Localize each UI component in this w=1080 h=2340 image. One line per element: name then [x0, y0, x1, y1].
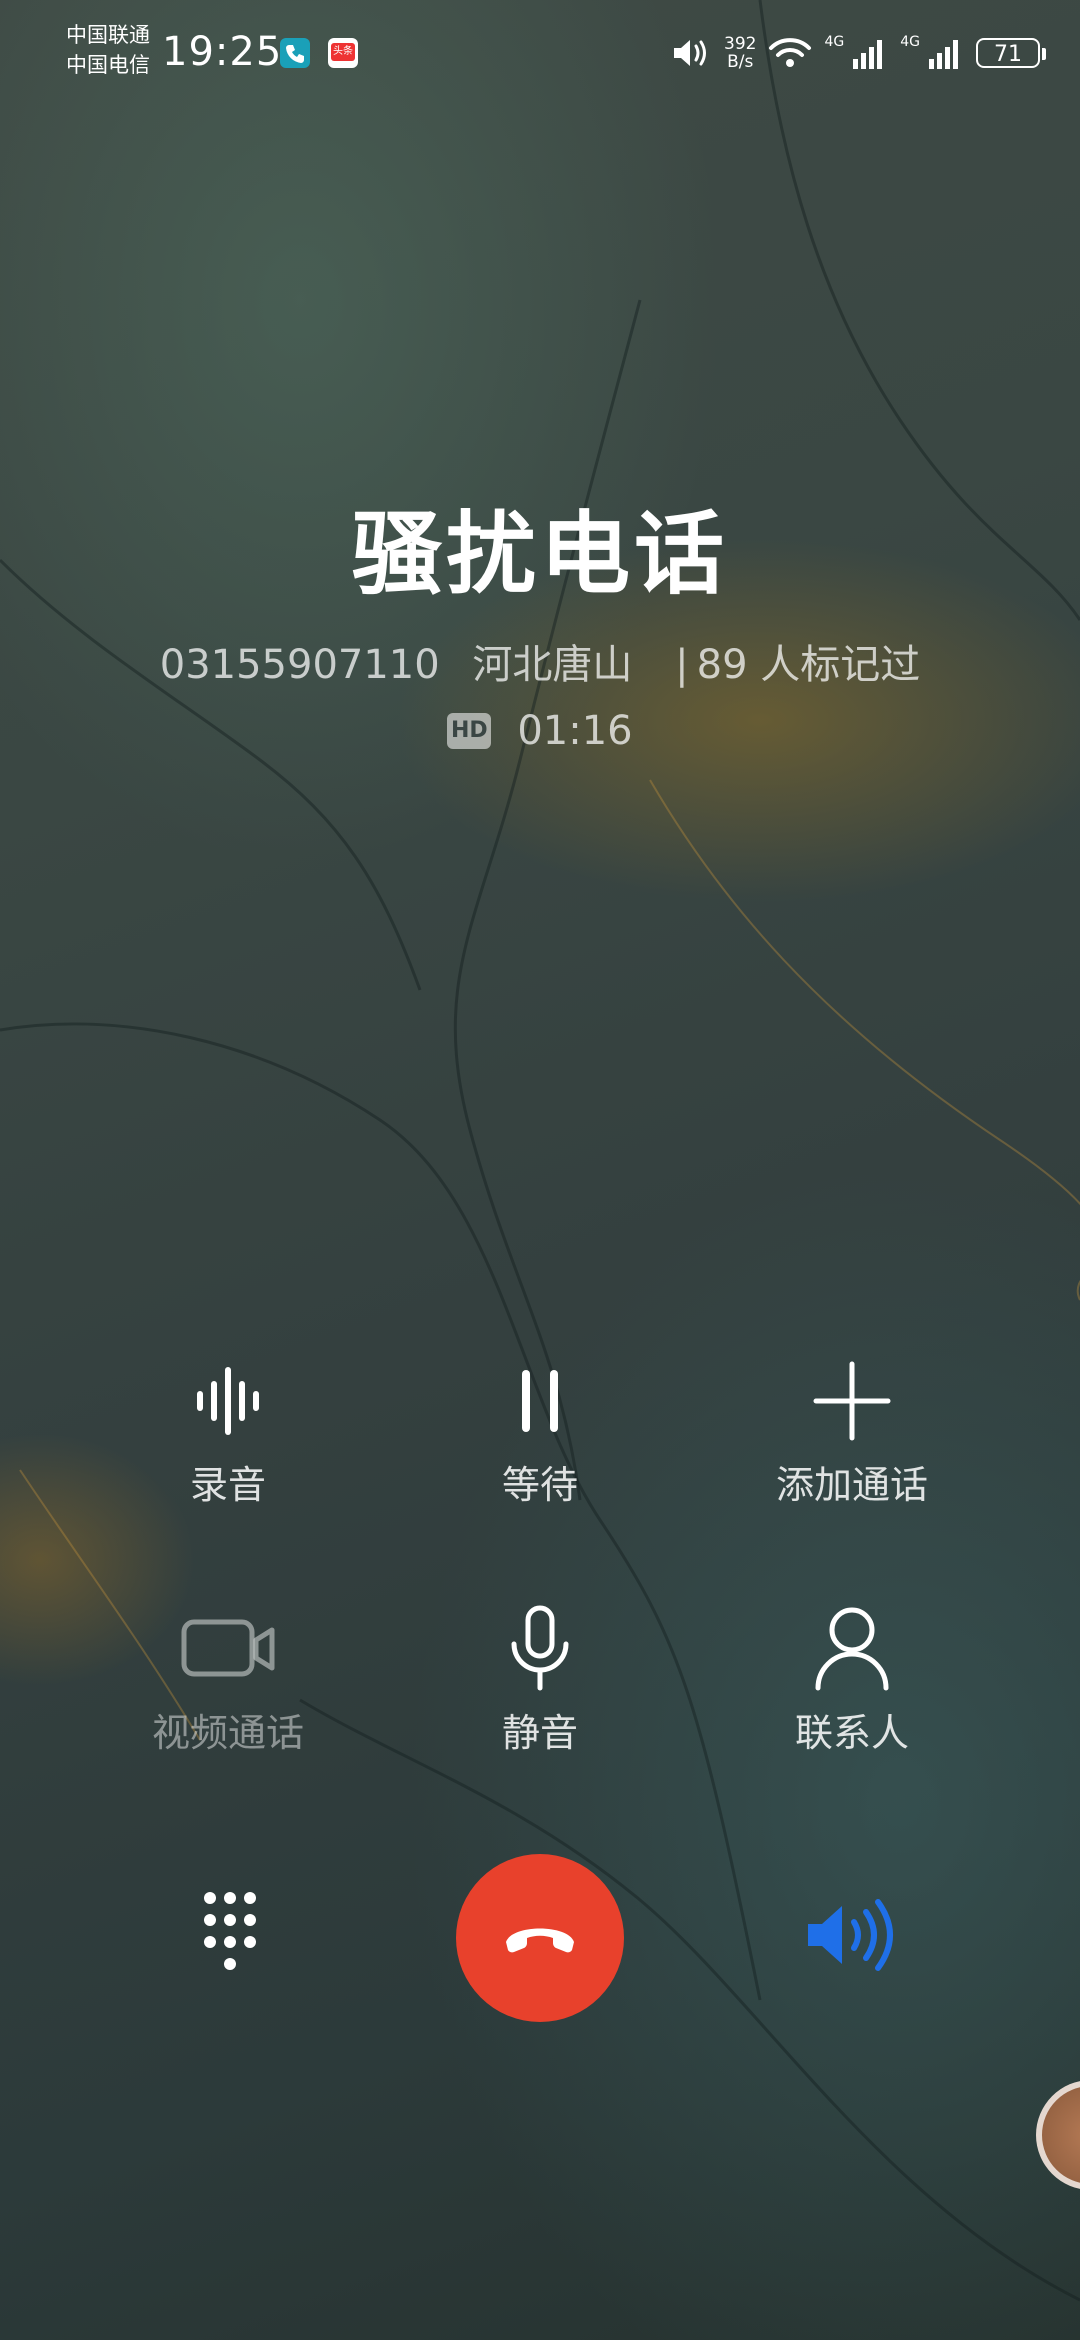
hang-up-icon	[506, 1928, 574, 1953]
waveform-icon	[197, 1367, 259, 1435]
network-speed: 392 B/s	[724, 34, 757, 72]
video-call-button[interactable]: 视频通话	[108, 1604, 348, 1756]
signal-1-type: 4G	[824, 34, 845, 50]
dialpad-icon	[204, 1892, 256, 1970]
record-label: 录音	[189, 1463, 266, 1507]
battery-indicator: 71	[976, 38, 1046, 68]
add-call-button[interactable]: 添加通话	[732, 1356, 972, 1508]
dialpad-button[interactable]	[180, 1880, 280, 2000]
mute-button[interactable]: 静音	[420, 1604, 660, 1756]
hold-button[interactable]: 等待	[420, 1356, 660, 1508]
mute-label: 静音	[501, 1711, 578, 1755]
record-button[interactable]: 录音	[108, 1356, 348, 1508]
hd-badge: HD	[447, 713, 492, 749]
plus-icon	[813, 1361, 891, 1441]
carrier-1: 中国联通	[66, 23, 150, 47]
person-icon	[815, 1607, 889, 1691]
carrier-info: 中国联通 中国电信	[66, 20, 150, 80]
signal-2-icon	[929, 40, 958, 69]
volume-icon	[674, 40, 707, 66]
hang-up-button[interactable]	[456, 1854, 624, 2022]
call-duration: 01:16	[517, 708, 633, 754]
news-app-icon: 头条	[328, 38, 358, 68]
news-app-label: 头条	[331, 43, 355, 61]
status-time: 19:25	[162, 29, 283, 75]
hold-label: 等待	[501, 1463, 578, 1507]
carrier-2: 中国电信	[66, 53, 150, 77]
wifi-icon	[769, 38, 812, 67]
call-duration-row: HD 01:16	[0, 706, 1080, 756]
caller-separator: |	[675, 642, 689, 688]
video-call-label: 视频通话	[151, 1711, 304, 1755]
status-bar: 中国联通 中国电信 19:25 头条 392 B/s 4G 4G 71	[0, 0, 1080, 100]
microphone-icon	[511, 1605, 569, 1691]
contacts-label: 联系人	[794, 1711, 909, 1755]
speaker-button[interactable]	[800, 1890, 900, 1980]
caller-location: 河北唐山	[472, 642, 633, 688]
contacts-button[interactable]: 联系人	[732, 1604, 972, 1756]
phone-app-icon	[280, 38, 310, 68]
signal-2-type: 4G	[900, 34, 920, 50]
caller-name: 骚扰电话	[352, 502, 728, 607]
caller-number: 03155907110	[159, 642, 440, 688]
video-camera-icon	[181, 1619, 275, 1677]
add-call-label: 添加通话	[775, 1463, 928, 1507]
pause-icon	[522, 1370, 558, 1432]
caller-tag-count: 89 人标记过	[696, 642, 921, 688]
status-indicators: 392 B/s 4G 4G 71	[672, 28, 1046, 78]
call-screen: 中国联通 中国电信 19:25 头条 392 B/s 4G 4G 71 骚扰电话…	[0, 0, 1080, 2340]
caller-details: 03155907110 河北唐山 | 89 人标记过	[0, 640, 1080, 690]
speaker-icon	[808, 1899, 893, 1971]
signal-1-icon	[853, 40, 883, 69]
